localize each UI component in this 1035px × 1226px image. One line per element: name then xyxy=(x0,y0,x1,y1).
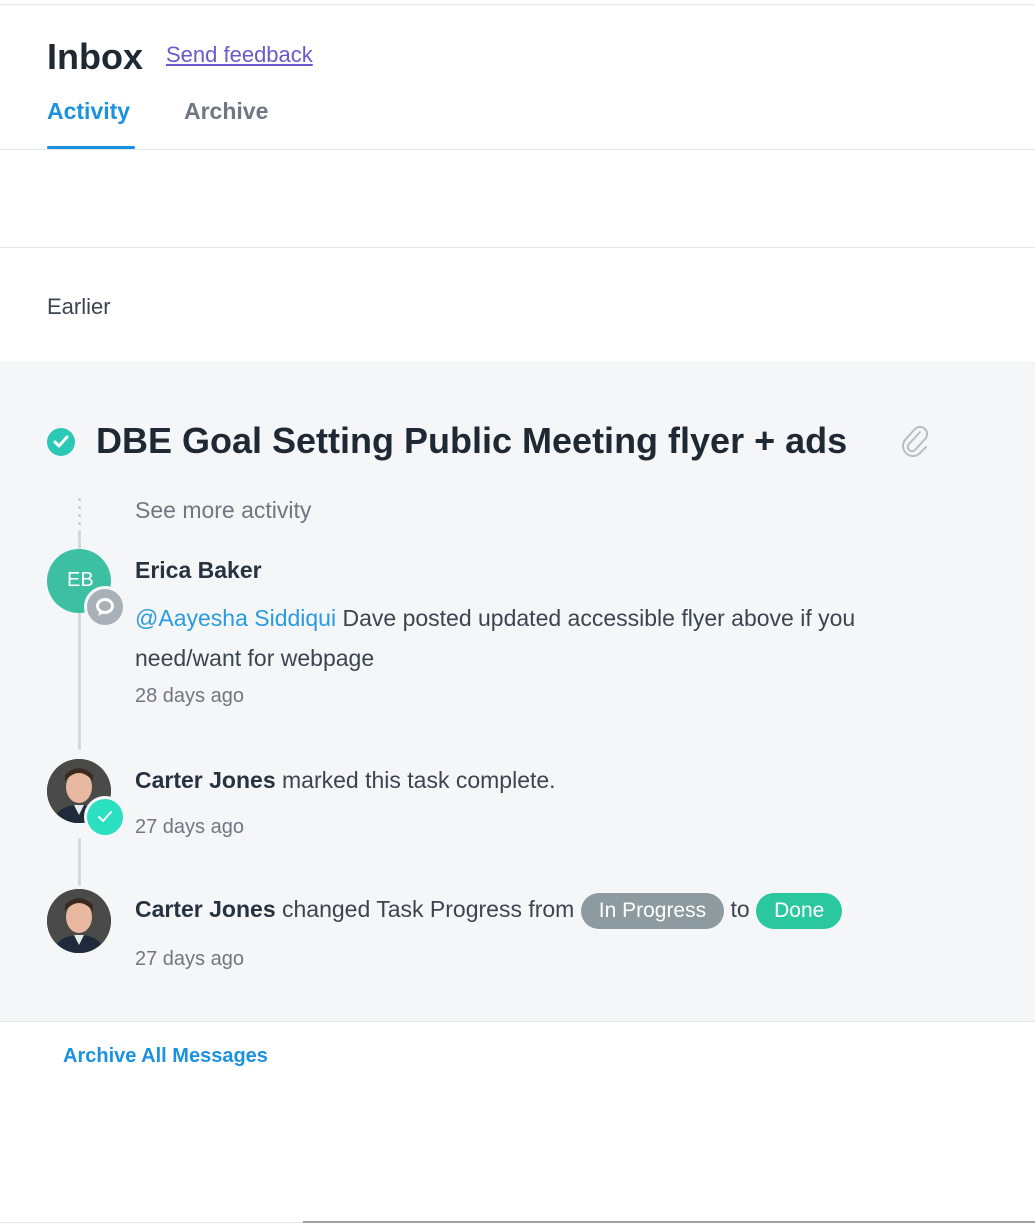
tab-activity[interactable]: Activity xyxy=(47,98,130,125)
thread-dot xyxy=(78,498,81,501)
mention-link[interactable]: @Aayesha Siddiqui xyxy=(135,605,336,631)
active-tab-indicator xyxy=(47,146,135,149)
status-badge-in-progress: In Progress xyxy=(580,893,725,929)
story-timestamp: 27 days ago xyxy=(135,948,244,970)
thread-dot xyxy=(78,522,81,525)
page-title: Inbox xyxy=(47,36,143,77)
story-author[interactable]: Erica Baker xyxy=(135,557,262,584)
inbox-header: Inbox Send feedback Activity Archive xyxy=(0,0,1035,150)
comment-body: @Aayesha Siddiqui Dave posted updated ac… xyxy=(135,598,915,678)
thread-dot xyxy=(78,506,81,509)
status-badge-done: Done xyxy=(756,893,843,929)
thread-dot xyxy=(78,514,81,517)
story-timestamp: 27 days ago xyxy=(135,816,244,838)
archive-all-button[interactable]: Archive All Messages xyxy=(63,1045,268,1068)
story-text: changed Task Progress from xyxy=(275,896,581,923)
empty-band xyxy=(0,150,1035,248)
story-connector: to xyxy=(724,896,757,923)
task-title[interactable]: DBE Goal Setting Public Meeting flyer + … xyxy=(96,420,847,462)
story-author[interactable]: Carter Jones xyxy=(135,896,276,922)
story-text: marked this task complete. xyxy=(275,767,556,793)
story-timestamp: 28 days ago xyxy=(135,685,244,707)
completion-story: Carter Jones marked this task complete. xyxy=(135,767,556,794)
bottom-scroll-edge xyxy=(303,1221,1035,1223)
avatar-initials: EB xyxy=(67,569,94,591)
thread-line xyxy=(78,612,81,750)
thread-line xyxy=(78,530,81,550)
thread-line xyxy=(78,838,81,886)
field-change-story: Carter Jones changed Task Progress from … xyxy=(135,893,843,929)
tab-archive[interactable]: Archive xyxy=(184,98,268,125)
attachment-icon xyxy=(900,424,930,458)
comment-icon xyxy=(84,586,126,628)
task-complete-check-icon xyxy=(47,428,75,456)
see-more-activity-link[interactable]: See more activity xyxy=(135,497,311,524)
complete-check-icon xyxy=(84,796,126,838)
send-feedback-link[interactable]: Send feedback xyxy=(166,42,313,68)
story-author[interactable]: Carter Jones xyxy=(135,767,276,793)
section-label-earlier: Earlier xyxy=(47,294,111,319)
avatar[interactable] xyxy=(47,889,111,953)
